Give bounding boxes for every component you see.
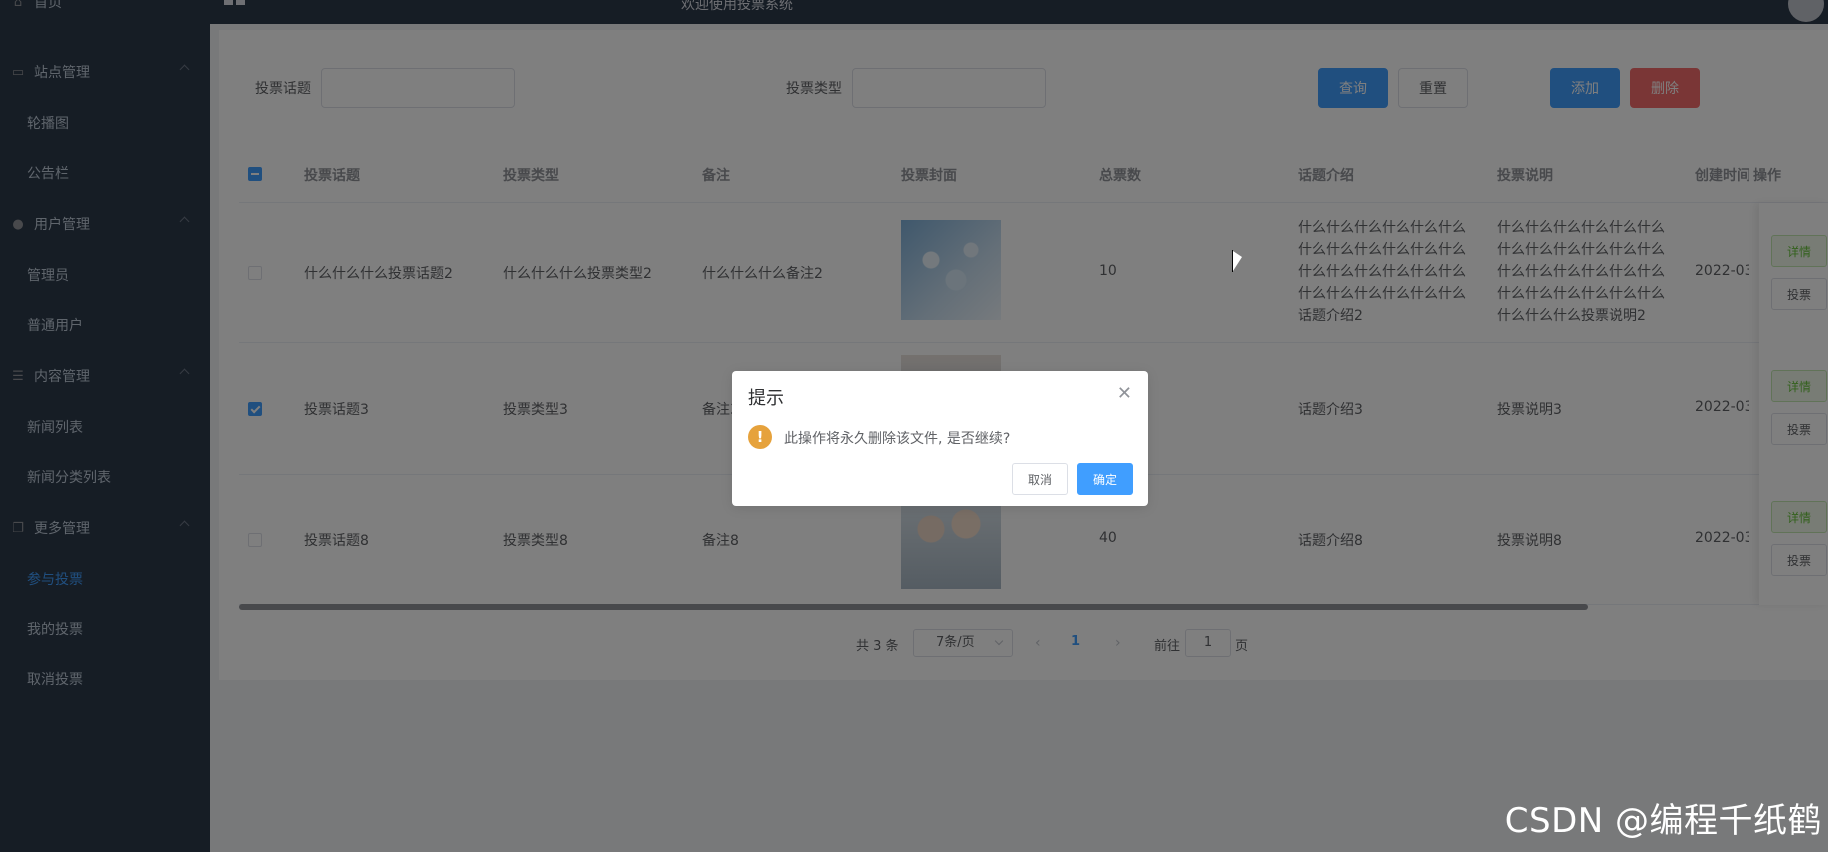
dialog-message: 此操作将永久删除该文件, 是否继续? [784,431,1011,447]
confirm-dialog: 提示 ✕ ! 此操作将永久删除该文件, 是否继续? 取消 确定 [732,371,1148,506]
warning-icon: ! [748,425,772,449]
mouse-cursor-icon [1232,250,1242,272]
close-icon[interactable]: ✕ [1117,385,1132,403]
confirm-button[interactable]: 确定 [1077,463,1133,495]
watermark: CSDN @编程千纸鹤 [1504,801,1822,841]
cancel-button[interactable]: 取消 [1012,463,1068,495]
dialog-title: 提示 [748,388,784,409]
